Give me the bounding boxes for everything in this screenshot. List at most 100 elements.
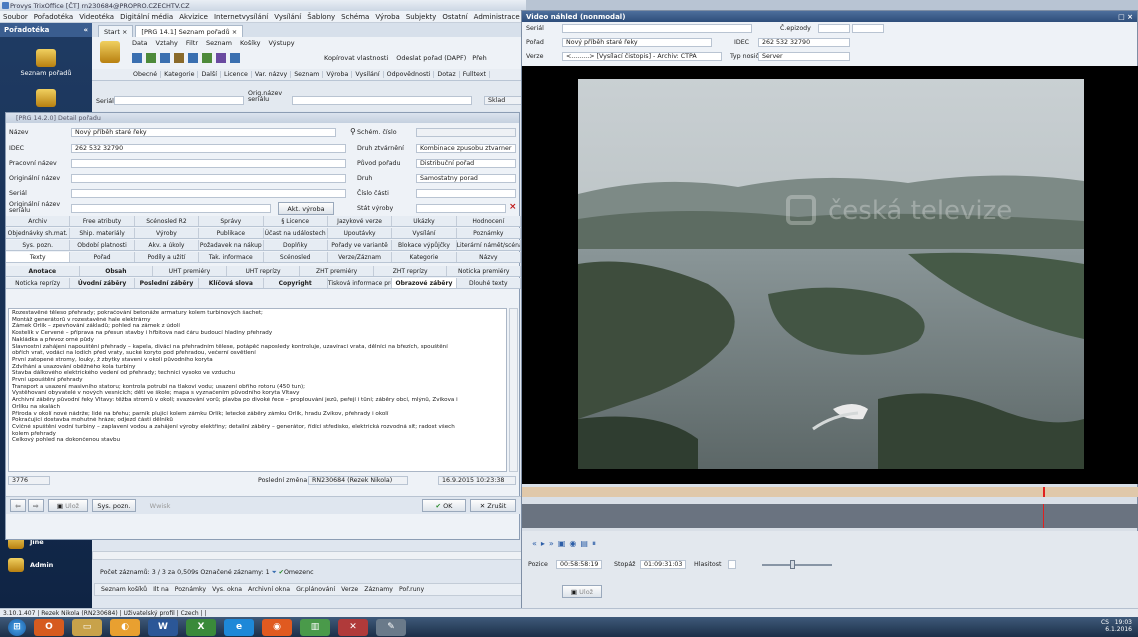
toolbar-seznam-button[interactable]: Seznam [206,39,232,47]
detail-tab[interactable]: Doplňky [263,240,328,250]
frame-icon[interactable]: ▣ [558,539,566,549]
seznam-kosiku-button[interactable]: Seznam košíků [101,586,147,593]
video-serial-field[interactable] [562,24,752,33]
subtab-odpovednosti[interactable]: Odpovědnosti [384,71,435,78]
subtab-obecne[interactable]: Obecné [130,71,162,78]
detail-tab[interactable]: Scénosled R2 [134,216,200,226]
video-timeline[interactable] [522,487,1138,497]
detail-tab[interactable]: Tak. informace [199,252,264,262]
detail-tab[interactable]: Výroby [134,228,200,238]
detail-tab[interactable]: Archiv [6,216,71,226]
sidebar-item-admin[interactable]: Admin [8,558,53,572]
taskbar-ie[interactable]: e [224,618,254,636]
puvod-select[interactable]: Distribuční pořad [416,159,516,168]
volume-slider-track[interactable] [762,564,832,566]
tab-seznam-poradu[interactable]: [PRG 14.1] Seznam pořadů × [135,25,244,37]
taskbar-app5[interactable]: ✎ [376,618,406,636]
detail-tab[interactable]: Podíly a užití [134,252,200,262]
detail-tab[interactable]: Pořad [70,252,135,262]
video-save-button[interactable]: ▣ Ulož [562,585,602,598]
verze-button[interactable]: Verze [341,586,358,593]
toolbar-icon[interactable] [202,53,212,63]
serial-field[interactable] [71,189,346,198]
video-porad-field[interactable]: Nový příběh staré řeky [562,38,712,47]
stat-vyroby-field[interactable] [416,204,506,213]
detail-tab[interactable]: Pořady ve variantě [327,240,393,250]
detail-tab[interactable]: Anotace [6,266,80,276]
detail-tab[interactable]: Obsah [79,266,154,276]
video-player[interactable]: česká televize [522,66,1138,484]
detail-tab[interactable]: Názvy [456,252,521,262]
list-horizontal-scrollbar[interactable] [92,551,526,560]
subtab-kategorie[interactable]: Kategorie [161,71,199,78]
typ-nosice-select[interactable]: Server [758,52,850,61]
detail-tab[interactable]: Verze/Záznam [327,252,393,262]
sidebar-collapse-button[interactable]: « [83,26,88,34]
poznamky-button[interactable]: Poznámky [175,586,206,593]
detail-tab[interactable]: Hodnocení [456,216,521,226]
detail-tab[interactable]: Scénosled [263,252,328,262]
menu-item[interactable]: Výroba [375,13,399,21]
taskbar-outlook[interactable]: O [34,618,64,636]
archivni-okna-button[interactable]: Archivní okna [248,586,290,593]
stopaz-field[interactable]: 01:09:31:03 [640,560,686,569]
omezeni-label[interactable]: Omezenc [284,569,314,577]
menu-item[interactable]: Videotéka [79,13,114,21]
ok-button[interactable]: ✔ OK [422,499,466,512]
menu-item[interactable]: Šablony [307,13,335,21]
subtab-fulltext[interactable]: Fulltext [460,71,490,78]
playhead-marker[interactable] [1043,487,1046,497]
window-controls[interactable]: □ × [1118,13,1133,21]
schem-cislo-field[interactable] [416,128,516,137]
detail-tab[interactable]: Tisková informace pro Internet [327,278,393,288]
sidebar-item-extra[interactable] [0,89,92,109]
menu-item[interactable]: Ostatní [442,13,467,21]
detail-tab[interactable]: Klíčová slova [199,278,264,288]
menu-item[interactable]: Internetvysílání [214,13,268,21]
toolbar-kosiky-button[interactable]: Košíky [240,39,261,47]
detail-tab[interactable]: ZHT premiéry [300,266,374,276]
overview-button[interactable]: Přeh [472,54,486,62]
detail-tab[interactable]: Noticka premiéry [447,266,522,276]
clock-time[interactable]: 19:03 [1115,619,1132,626]
clear-icon[interactable]: × [509,202,517,212]
druh-ztvarneni-select[interactable]: Kombinace zpusobu ztvarner [416,144,516,153]
detail-tab[interactable]: Sys. pozn. [6,240,71,250]
detail-tab[interactable]: Noticka reprízy [6,278,71,288]
detail-tab[interactable]: Free atributy [70,216,135,226]
mute-checkbox[interactable] [728,560,736,569]
textarea-scrollbar[interactable] [509,308,518,472]
menu-item[interactable]: Administrace [474,13,520,21]
language-indicator[interactable]: CS [1101,619,1109,626]
detail-tab[interactable]: Poznámky [456,228,521,238]
por-runy-button[interactable]: Poř.runy [399,586,424,593]
toolbar-icon[interactable] [160,53,170,63]
menu-item[interactable]: Subjekty [406,13,437,21]
toolbar-data-button[interactable]: Data [132,39,148,47]
taskbar-app2[interactable]: ◉ [262,618,292,636]
detail-tab[interactable]: Akv. a úkoly [134,240,200,250]
toolbar-icon[interactable] [146,53,156,63]
menu-item[interactable]: Schéma [341,13,369,21]
taskbar-excel[interactable]: X [186,618,216,636]
orig-serial-input[interactable] [292,96,472,105]
originalni-nazev-field[interactable] [71,174,346,183]
detail-tab[interactable]: ZHT reprízy [373,266,448,276]
detail-tab[interactable]: Literární námět/scénář [456,240,521,250]
forward-button[interactable]: ⇨ [28,499,44,512]
detail-tab[interactable]: UHT premiéry [153,266,227,276]
obrazove-zabery-textarea[interactable]: Rozestavěné těleso přehrady; pokračování… [8,308,507,472]
toolbar-filtr-button[interactable]: Filtr [186,39,198,47]
detail-tab[interactable]: Copyright [263,278,328,288]
cancel-button[interactable]: ✕ Zrušit [470,499,516,512]
start-button[interactable]: ⊞ [8,618,26,636]
detail-tab[interactable]: Ship. materiály [70,228,135,238]
detail-tab[interactable]: Úvodní záběry [70,278,135,288]
detail-tab[interactable]: Jazykové verze [327,216,393,226]
sidebar-item-seznam-poradu[interactable]: Seznam pořadů [0,49,92,77]
tab-start[interactable]: Start × [98,25,134,37]
subtab-licence[interactable]: Licence [221,71,252,78]
close-icon[interactable]: × [232,28,237,36]
menu-item[interactable]: Akvizice [179,13,208,21]
subtab-dalsi[interactable]: Další [198,71,221,78]
